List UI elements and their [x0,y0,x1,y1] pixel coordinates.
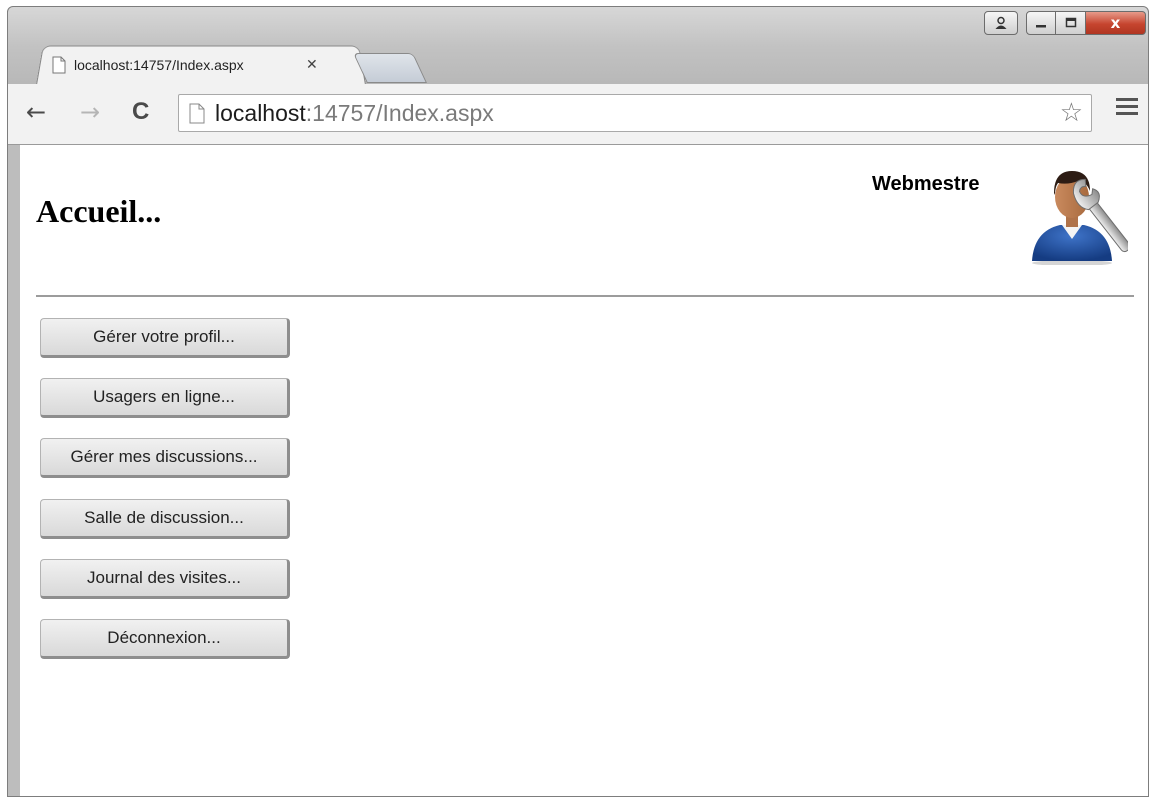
chat-room-button[interactable]: Salle de discussion... [40,499,290,539]
page-title: Accueil... [36,193,162,229]
close-window-button[interactable]: x [1086,11,1146,35]
address-bar[interactable]: localhost:14757/Index.aspx ☆ [178,94,1092,132]
page-viewport: Accueil... Webmestre Gérer votre profil.… [20,145,1148,796]
online-users-button[interactable]: Usagers en ligne... [40,378,290,418]
browser-window: x localhost:14757/Index.aspx ✕ ← → C loc… [7,6,1149,797]
tab-title: localhost:14757/Index.aspx [74,57,244,73]
browser-toolbar: ← → C localhost:14757/Index.aspx ☆ [8,84,1148,145]
forward-icon[interactable]: → [80,98,100,126]
manage-profile-button[interactable]: Gérer votre profil... [40,318,290,358]
visit-log-button[interactable]: Journal des visites... [40,559,290,599]
chrome-menu-icon[interactable] [1116,98,1138,119]
minimize-icon [1036,25,1046,28]
logout-button[interactable]: Déconnexion... [40,619,290,659]
header-divider [36,295,1134,297]
page-icon [52,56,66,74]
tab-close-icon[interactable]: ✕ [306,57,318,73]
maximize-icon [1065,17,1076,28]
back-icon[interactable]: ← [26,98,46,126]
maximize-button[interactable] [1056,11,1086,35]
tab-active[interactable]: localhost:14757/Index.aspx ✕ [36,43,366,85]
user-icon[interactable] [984,11,1018,35]
page-icon [189,103,205,123]
url-text: localhost:14757/Index.aspx [215,99,494,126]
webmaster-avatar-icon [1032,171,1128,265]
close-icon: x [1110,14,1121,32]
new-tab-button[interactable] [353,53,427,83]
user-role-label: Webmestre [872,173,980,195]
minimize-button[interactable] [1026,11,1056,35]
reload-icon[interactable]: C [132,98,149,126]
window-controls: x [984,11,1146,39]
manage-discussions-button[interactable]: Gérer mes discussions... [40,438,290,478]
bookmark-star-icon[interactable]: ☆ [1060,98,1083,128]
